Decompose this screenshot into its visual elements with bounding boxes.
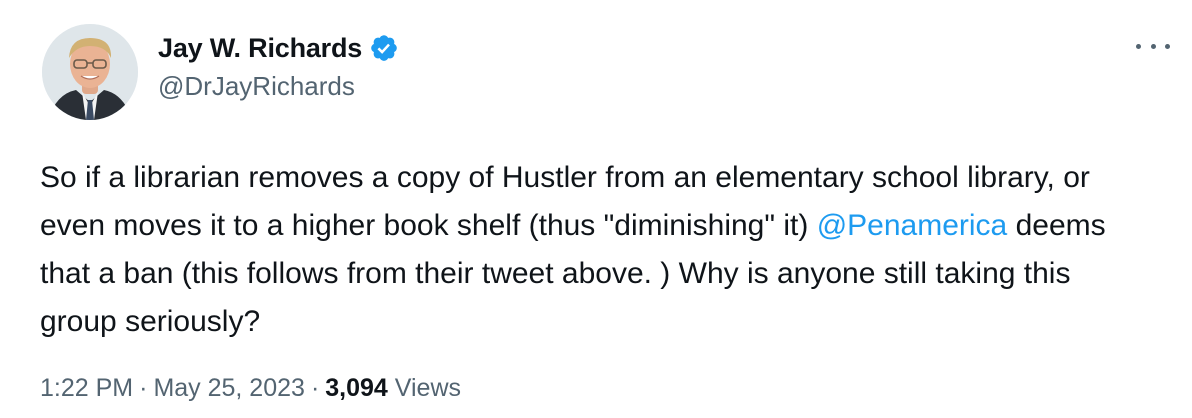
avatar[interactable]: [42, 24, 138, 120]
tweet-time: 1:22 PM: [40, 374, 134, 402]
view-count: 3,094: [325, 374, 388, 402]
more-dot: [1150, 43, 1156, 49]
tweet-date: May 25, 2023: [153, 374, 305, 402]
more-dot: [1136, 43, 1141, 49]
views-label: Views: [394, 374, 462, 402]
verified-badge-icon[interactable]: [369, 33, 399, 63]
avatar-image: [42, 24, 138, 120]
name-row: Jay W. Richards: [158, 30, 399, 66]
handle[interactable]: @DrJayRichards: [158, 71, 399, 102]
tweet-meta: 1:22 PM · May 25, 2023 · 3,094 Views: [40, 374, 461, 403]
meta-separator: ·: [139, 374, 148, 402]
mention-link[interactable]: @Penamerica: [817, 209, 1008, 242]
meta-separator: ·: [310, 374, 320, 402]
timestamp-link[interactable]: 1:22 PM · May 25, 2023: [40, 374, 305, 402]
more-horizontal-icon[interactable]: [1136, 36, 1170, 56]
tweet-text: So if a librarian removes a copy of Hust…: [40, 154, 1150, 346]
display-name[interactable]: Jay W. Richards: [158, 33, 362, 64]
more-dot: [1165, 43, 1170, 49]
tweet-card: Jay W. Richards @DrJayRichards So if a l…: [0, 0, 1192, 418]
author-block: Jay W. Richards @DrJayRichards: [158, 30, 399, 102]
